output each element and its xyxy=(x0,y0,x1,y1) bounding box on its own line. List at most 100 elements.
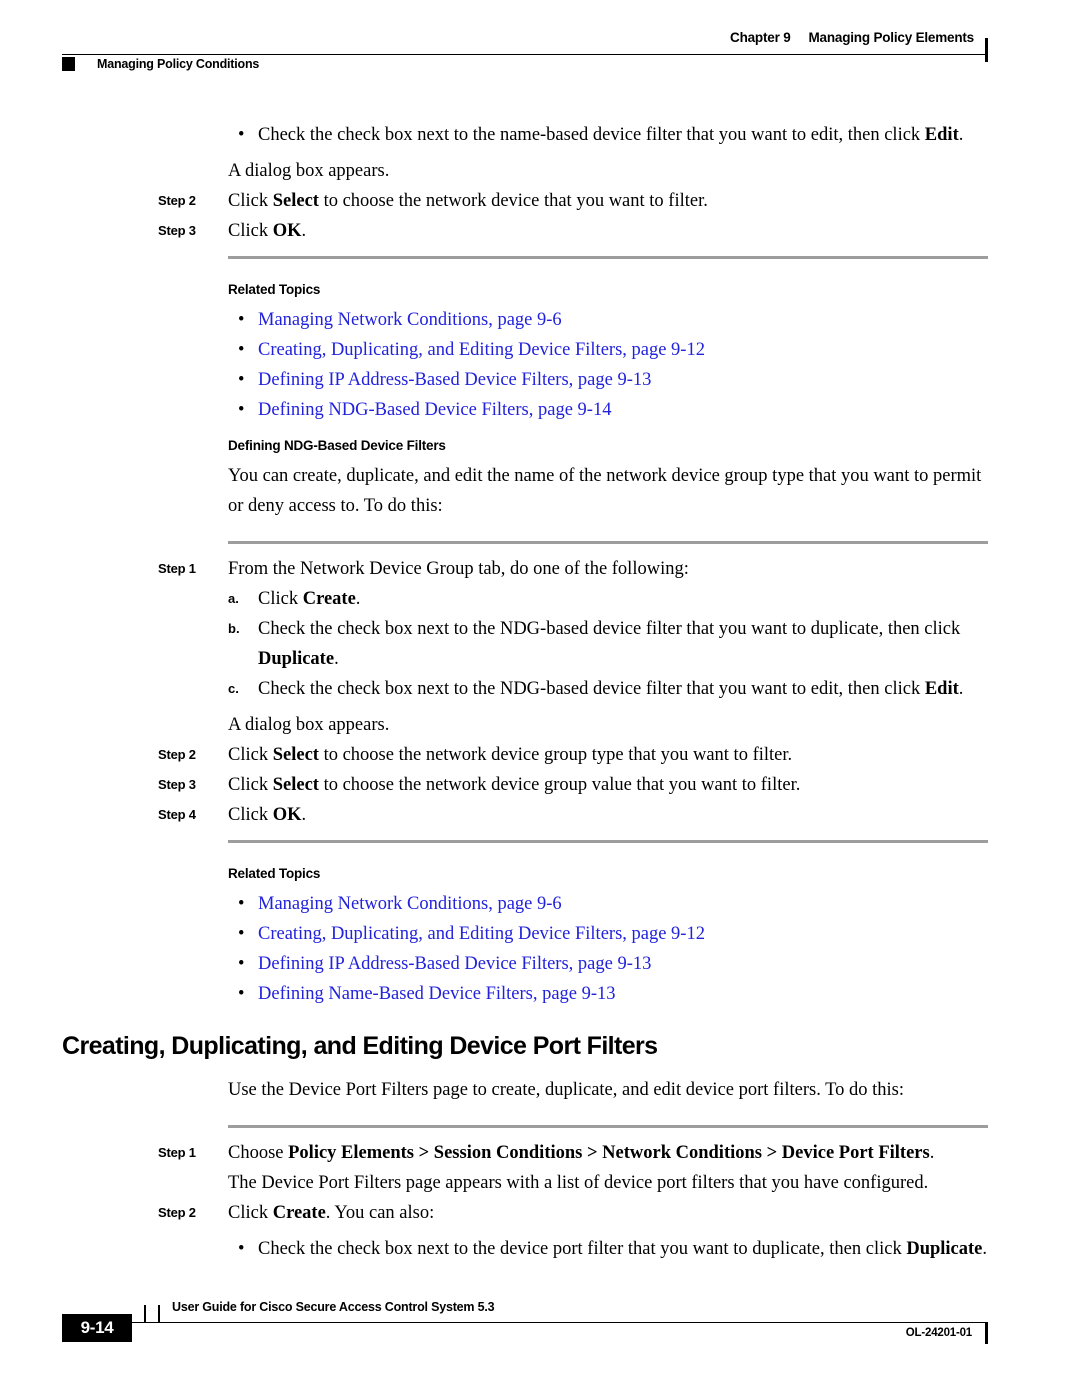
step-label: Step 1 xyxy=(158,561,196,576)
step-body: Click Select to choose the network devic… xyxy=(228,740,988,770)
step-body: Click Select to choose the network devic… xyxy=(228,770,988,800)
paragraph-dialog-appears: A dialog box appears. xyxy=(228,715,390,735)
step-body: Click OK. xyxy=(228,216,988,246)
bullet-glyph: • xyxy=(238,1239,245,1259)
related-topic-link[interactable]: Defining IP Address-Based Device Filters… xyxy=(258,949,990,979)
text-run: to choose the network device that you wa… xyxy=(318,191,708,211)
related-topic-item[interactable]: • Defining Name-Based Device Filters, pa… xyxy=(238,979,990,1009)
related-topic-item[interactable]: • Managing Network Conditions, page 9-6 xyxy=(238,305,990,335)
text-run: Click xyxy=(228,191,273,211)
paragraph-dialog-appears: A dialog box appears. xyxy=(228,161,390,181)
step-row: Step 2 Click Select to choose the networ… xyxy=(0,740,1080,770)
step-row: Step 1 From the Network Device Group tab… xyxy=(0,554,1080,584)
list-item-text: Check the check box next to the device p… xyxy=(258,1234,990,1264)
related-topic-link[interactable]: Managing Network Conditions, page 9-6 xyxy=(258,889,990,919)
related-topic-item[interactable]: • Defining NDG-Based Device Filters, pag… xyxy=(238,395,990,425)
paragraph-dpf-intro: Use the Device Port Filters page to crea… xyxy=(228,1080,904,1100)
header-end-bar xyxy=(985,38,988,62)
related-topic-item[interactable]: • Creating, Duplicating, and Editing Dev… xyxy=(238,335,990,365)
text-run-bold: Duplicate xyxy=(258,649,335,669)
text-run: Click xyxy=(258,589,303,609)
substep-label: c. xyxy=(228,681,239,696)
step-label: Step 3 xyxy=(158,223,196,238)
bullet-glyph: • xyxy=(238,310,245,330)
footer-guide-title: User Guide for Cisco Secure Access Contr… xyxy=(172,1300,495,1314)
text-run: Click xyxy=(228,745,273,765)
step-row: Step 2 Click Select to choose the networ… xyxy=(0,186,1080,216)
step-row: Step 3 Click OK. xyxy=(0,216,1080,246)
related-topic-item[interactable]: • Defining IP Address-Based Device Filte… xyxy=(238,365,990,395)
header-section-row: Managing Policy Conditions xyxy=(62,57,259,71)
bullet-glyph: • xyxy=(238,400,245,420)
step-label: Step 2 xyxy=(158,1205,196,1220)
related-topic-item[interactable]: • Creating, Duplicating, and Editing Dev… xyxy=(238,919,990,949)
substep-label: a. xyxy=(228,591,239,606)
related-topic-link[interactable]: Creating, Duplicating, and Editing Devic… xyxy=(258,919,990,949)
text-run-bold: Create xyxy=(302,589,356,609)
bullet-glyph: • xyxy=(238,924,245,944)
text-run-bold: Policy Elements > Session Conditions > N… xyxy=(288,1143,930,1163)
bullet-glyph: • xyxy=(238,954,245,974)
step-label: Step 2 xyxy=(158,193,196,208)
header-chapter-title: Managing Policy Elements xyxy=(808,30,975,45)
subsection-heading: Defining NDG-Based Device Filters xyxy=(228,438,446,453)
related-topic-link[interactable]: Managing Network Conditions, page 9-6 xyxy=(258,305,990,335)
paragraph-ndg-intro: You can create, duplicate, and edit the … xyxy=(228,466,982,516)
header-section-title: Managing Policy Conditions xyxy=(97,57,260,71)
text-run-bold: Edit xyxy=(924,679,959,699)
text-run: Click xyxy=(228,775,273,795)
related-topic-item[interactable]: • Defining IP Address-Based Device Filte… xyxy=(238,949,990,979)
related-topic-item[interactable]: • Managing Network Conditions, page 9-6 xyxy=(238,889,990,919)
text-run: . xyxy=(334,649,339,669)
text-run: . xyxy=(301,221,307,241)
list-item-text: Check the check box next to the name-bas… xyxy=(258,120,990,150)
text-run: Check the check box next to the NDG-base… xyxy=(258,679,925,699)
text-run: Choose xyxy=(228,1143,289,1163)
step-label: Step 4 xyxy=(158,807,196,822)
text-run-bold: Create xyxy=(272,1203,326,1223)
running-header: Chapter 9 Managing Policy Elements Managi… xyxy=(62,30,988,82)
footer-tick-mark-icon xyxy=(158,1305,160,1323)
text-run-bold: OK xyxy=(272,221,302,241)
footer-document-id: OL-24201-01 xyxy=(905,1327,972,1339)
text-run: Click xyxy=(228,805,273,825)
related-topic-link[interactable]: Defining Name-Based Device Filters, page… xyxy=(258,979,990,1009)
text-run: to choose the network device group type … xyxy=(318,745,793,765)
substep-text: Check the check box next to the NDG-base… xyxy=(258,674,990,704)
substep-row: b. Check the check box next to the NDG-b… xyxy=(228,614,990,674)
text-run: Check the check box next to the NDG-base… xyxy=(258,619,961,639)
text-run: . xyxy=(958,679,964,699)
text-run-bold: OK xyxy=(272,805,302,825)
text-run: . xyxy=(355,589,361,609)
step-body: Choose Policy Elements > Session Conditi… xyxy=(228,1138,988,1168)
text-run: . xyxy=(982,1239,988,1259)
bullet-glyph: • xyxy=(238,984,245,1004)
header-chapter-line: Chapter 9 Managing Policy Elements xyxy=(730,30,974,45)
substep-text: Click Create. xyxy=(258,584,990,614)
square-bullet-icon xyxy=(62,57,75,71)
text-run: Click xyxy=(228,221,273,241)
substep-label: b. xyxy=(228,621,240,636)
text-run: . xyxy=(929,1143,935,1163)
bullet-glyph: • xyxy=(238,340,245,360)
substep-row: a. Click Create. xyxy=(228,584,990,614)
list-item: • Check the check box next to the name-b… xyxy=(238,120,990,150)
text-run-bold: Select xyxy=(272,745,319,765)
text-run: Click xyxy=(228,1203,273,1223)
footer-rule xyxy=(87,1322,988,1323)
document-page: { "header": { "chapter_number": "Chapter… xyxy=(0,0,1080,1397)
related-topics-heading: Related Topics xyxy=(228,866,321,881)
page-content: • Check the check box next to the name-b… xyxy=(0,120,1080,1264)
step-label: Step 1 xyxy=(158,1145,196,1160)
bullet-glyph: • xyxy=(238,894,245,914)
text-run-bold: Select xyxy=(272,191,319,211)
related-topic-link[interactable]: Creating, Duplicating, and Editing Devic… xyxy=(258,335,990,365)
text-run: to choose the network device group value… xyxy=(318,775,801,795)
related-topic-link[interactable]: Defining NDG-Based Device Filters, page … xyxy=(258,395,990,425)
bullet-glyph: • xyxy=(238,370,245,390)
page-title: Creating, Duplicating, and Editing Devic… xyxy=(62,1032,658,1060)
footer-end-bar xyxy=(985,1322,988,1344)
related-topic-link[interactable]: Defining IP Address-Based Device Filters… xyxy=(258,365,990,395)
step-body: Click OK. xyxy=(228,800,988,830)
substep-text: Check the check box next to the NDG-base… xyxy=(258,614,990,674)
